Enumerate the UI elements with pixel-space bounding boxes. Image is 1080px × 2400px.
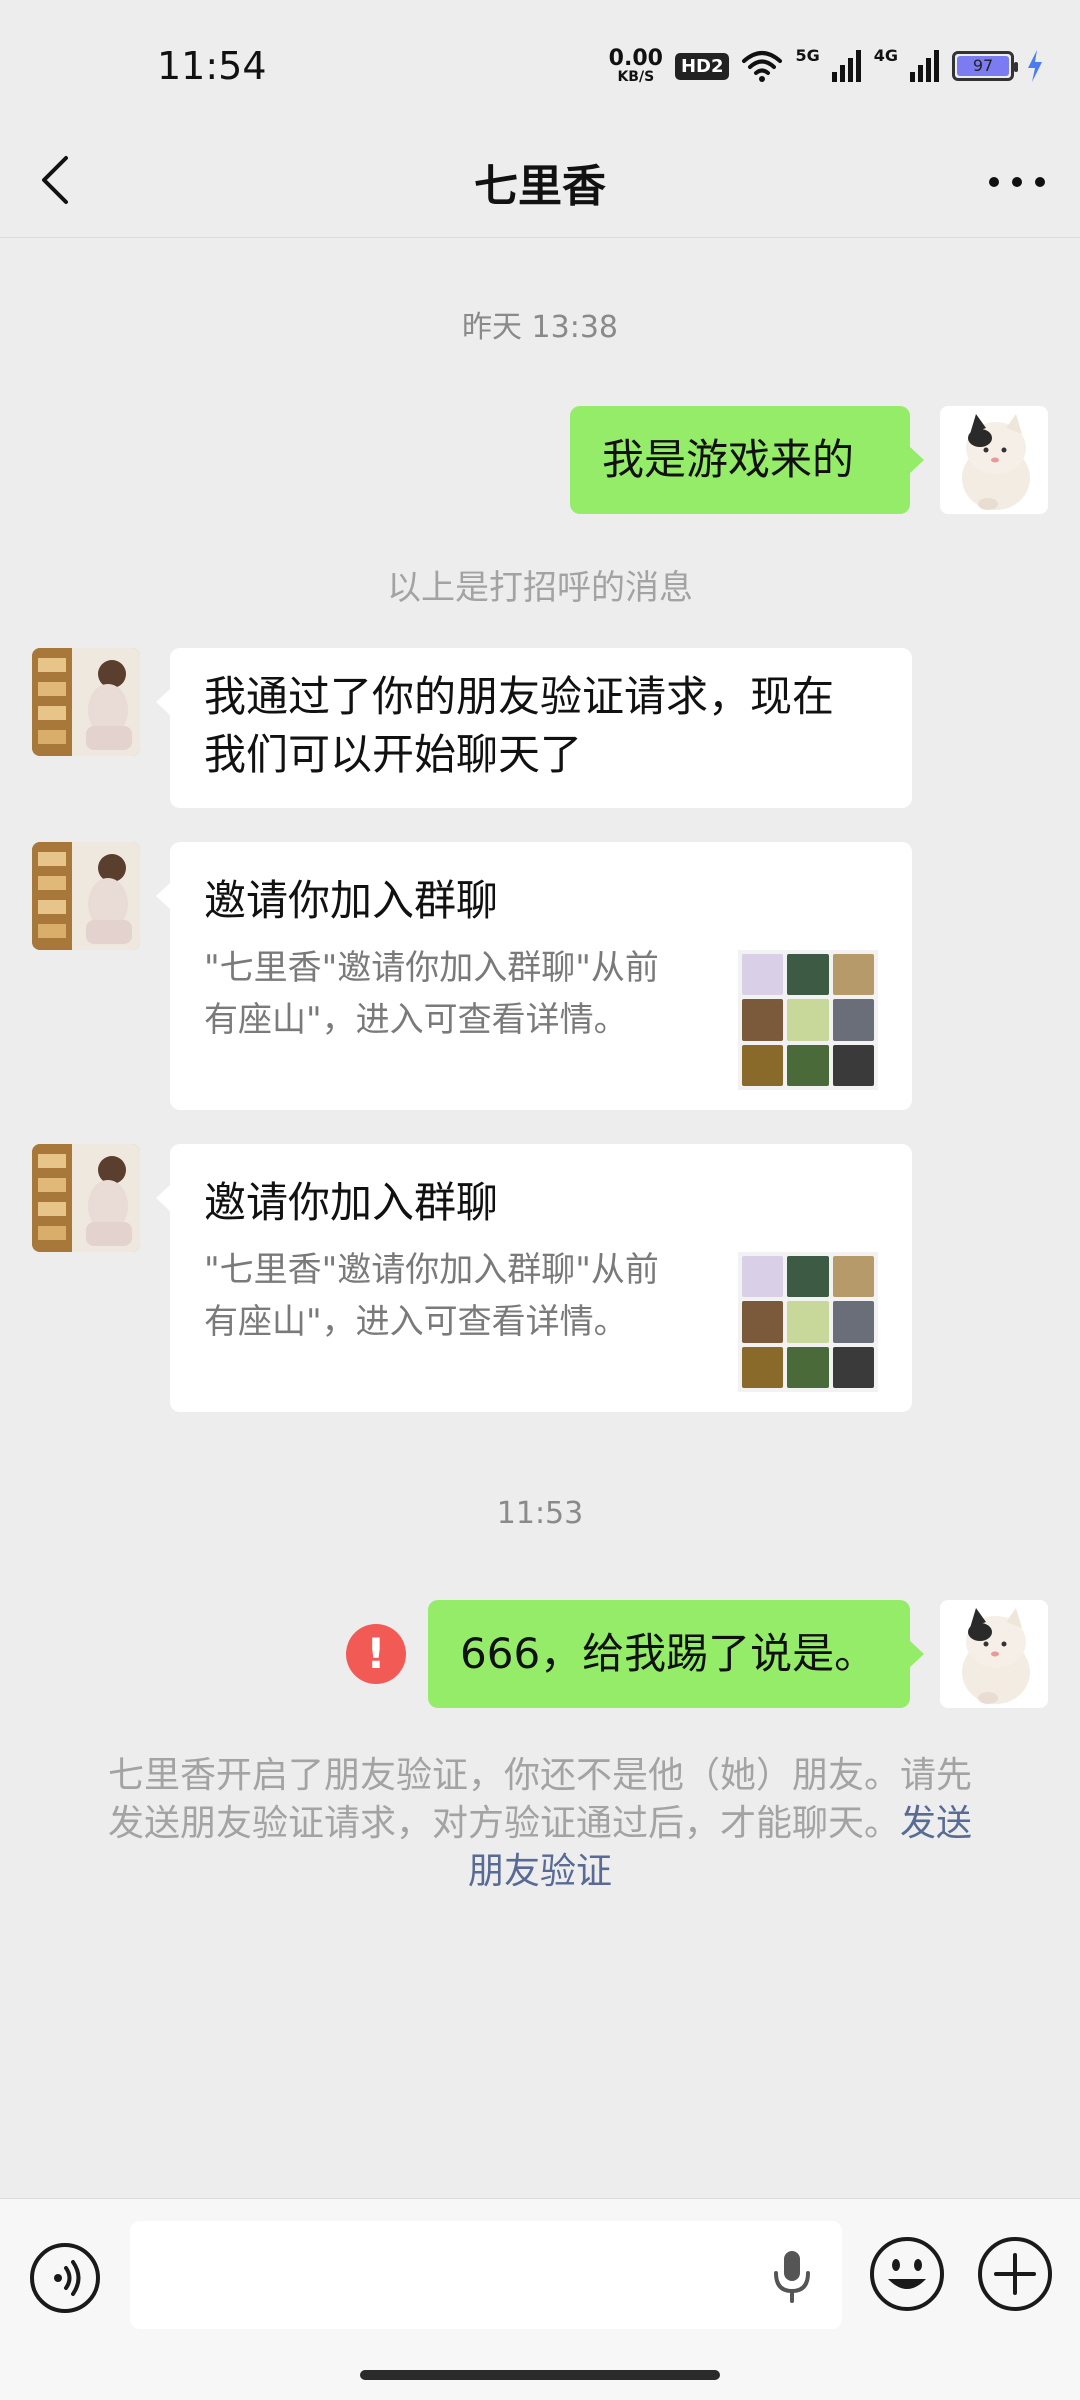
invite-description: "七里香"邀请你加入群聊"从前 有座山"，进入可查看详情。: [204, 1244, 704, 1348]
group-member-thumb: [742, 999, 784, 1041]
friend-verification-note: 七里香开启了朋友验证，你还不是他（她）朋友。请先 发送朋友验证请求，对方验证通过…: [88, 1752, 992, 1896]
invite-description-line: 有座山"，进入可查看详情。: [204, 1000, 628, 1040]
send-verification-link[interactable]: 发送: [900, 1803, 972, 1844]
outgoing-message[interactable]: 666，给我踢了说是。: [428, 1600, 924, 1708]
my-avatar[interactable]: [940, 1600, 1048, 1708]
network-speed-value: 0.00: [608, 46, 663, 71]
message-timestamp: 11:53: [496, 1496, 584, 1531]
signal-4g-label: 4G: [873, 46, 898, 65]
group-member-thumb: [832, 1301, 874, 1343]
group-avatar-grid: [738, 1252, 878, 1392]
emoji-icon[interactable]: [868, 2235, 946, 2313]
signal-5g-icon: [831, 50, 861, 82]
group-member-thumb: [832, 999, 874, 1041]
status-time: 11:54: [157, 44, 267, 88]
group-invite-card[interactable]: 邀请你加入群聊 "七里香"邀请你加入群聊"从前 有座山"，进入可查看详情。: [156, 1144, 912, 1412]
group-member-thumb: [742, 1301, 784, 1343]
invite-title: 邀请你加入群聊: [204, 1178, 499, 1227]
plus-icon[interactable]: [976, 2235, 1054, 2313]
message-timestamp: 昨天 13:38: [462, 310, 618, 345]
battery-icon: 97: [952, 51, 1018, 81]
contact-avatar[interactable]: [32, 648, 140, 756]
home-indicator[interactable]: [360, 2370, 720, 2380]
invite-description-line: 有座山"，进入可查看详情。: [204, 1302, 628, 1342]
invite-description-line: "七里香"邀请你加入群聊"从前: [204, 948, 659, 988]
group-member-thumb: [742, 954, 784, 996]
group-member-thumb: [787, 1044, 829, 1086]
my-avatar[interactable]: [940, 406, 1048, 514]
group-member-thumb: [832, 1256, 874, 1298]
network-speed: 0.00 KB/S: [608, 46, 663, 85]
invite-title: 邀请你加入群聊: [204, 876, 499, 925]
invite-description-line: "七里香"邀请你加入群聊"从前: [204, 1250, 659, 1290]
network-speed-unit: KB/S: [617, 69, 655, 85]
group-member-thumb: [787, 1301, 829, 1343]
group-invite-card[interactable]: 邀请你加入群聊 "七里香"邀请你加入群聊"从前 有座山"，进入可查看详情。: [156, 842, 912, 1110]
verification-note-line: 七里香开启了朋友验证，你还不是他（她）朋友。请先: [107, 1755, 972, 1796]
contact-avatar[interactable]: [32, 842, 140, 950]
group-member-thumb: [787, 954, 829, 996]
status-bar: 11:54 0.00 KB/S HD2 5G 4G 97: [0, 0, 1080, 130]
invite-description: "七里香"邀请你加入群聊"从前 有座山"，进入可查看详情。: [204, 942, 704, 1046]
group-member-thumb: [742, 1044, 784, 1086]
microphone-icon[interactable]: [770, 2249, 814, 2303]
group-member-thumb: [787, 1256, 829, 1298]
signal-4g-icon: [910, 50, 939, 82]
send-verification-link-continued[interactable]: 朋友验证: [88, 1848, 992, 1896]
hd-icon: HD2: [674, 52, 730, 80]
verification-note-text: 发送朋友验证请求，对方验证通过后，才能聊天。: [107, 1803, 900, 1844]
group-member-thumb: [787, 999, 829, 1041]
group-member-thumb: [832, 1044, 874, 1086]
charging-icon: [1028, 50, 1042, 82]
chat-header: 七里香: [0, 130, 1080, 238]
outgoing-message[interactable]: 我是游戏来的: [570, 406, 924, 514]
message-input[interactable]: [130, 2221, 842, 2329]
group-member-thumb: [832, 1346, 874, 1388]
greeting-note: 以上是打招呼的消息: [387, 568, 693, 608]
verification-note-line: 发送朋友验证请求，对方验证通过后，才能聊天。发送: [88, 1800, 992, 1848]
contact-avatar[interactable]: [32, 1144, 140, 1252]
group-member-thumb: [742, 1256, 784, 1298]
voice-icon[interactable]: [28, 2241, 102, 2315]
wifi-icon: [742, 51, 783, 82]
group-member-thumb: [832, 954, 874, 996]
incoming-message-line: 我通过了你的朋友验证请求，现在: [204, 672, 835, 721]
incoming-message-line: 我们可以开始聊天了: [204, 730, 583, 779]
chat-title: 七里香: [474, 161, 606, 212]
more-dots-icon[interactable]: [982, 150, 1052, 210]
send-failed-icon[interactable]: !: [346, 1624, 406, 1684]
group-member-thumb: [742, 1346, 784, 1388]
incoming-message[interactable]: 我通过了你的朋友验证请求，现在 我们可以开始聊天了: [156, 648, 912, 808]
battery-level: 97: [957, 56, 1009, 76]
signal-5g-label: 5G: [795, 46, 820, 65]
group-avatar-grid: [738, 950, 878, 1090]
group-member-thumb: [787, 1346, 829, 1388]
status-icons: 0.00 KB/S HD2 5G 4G 97: [609, 44, 1044, 88]
